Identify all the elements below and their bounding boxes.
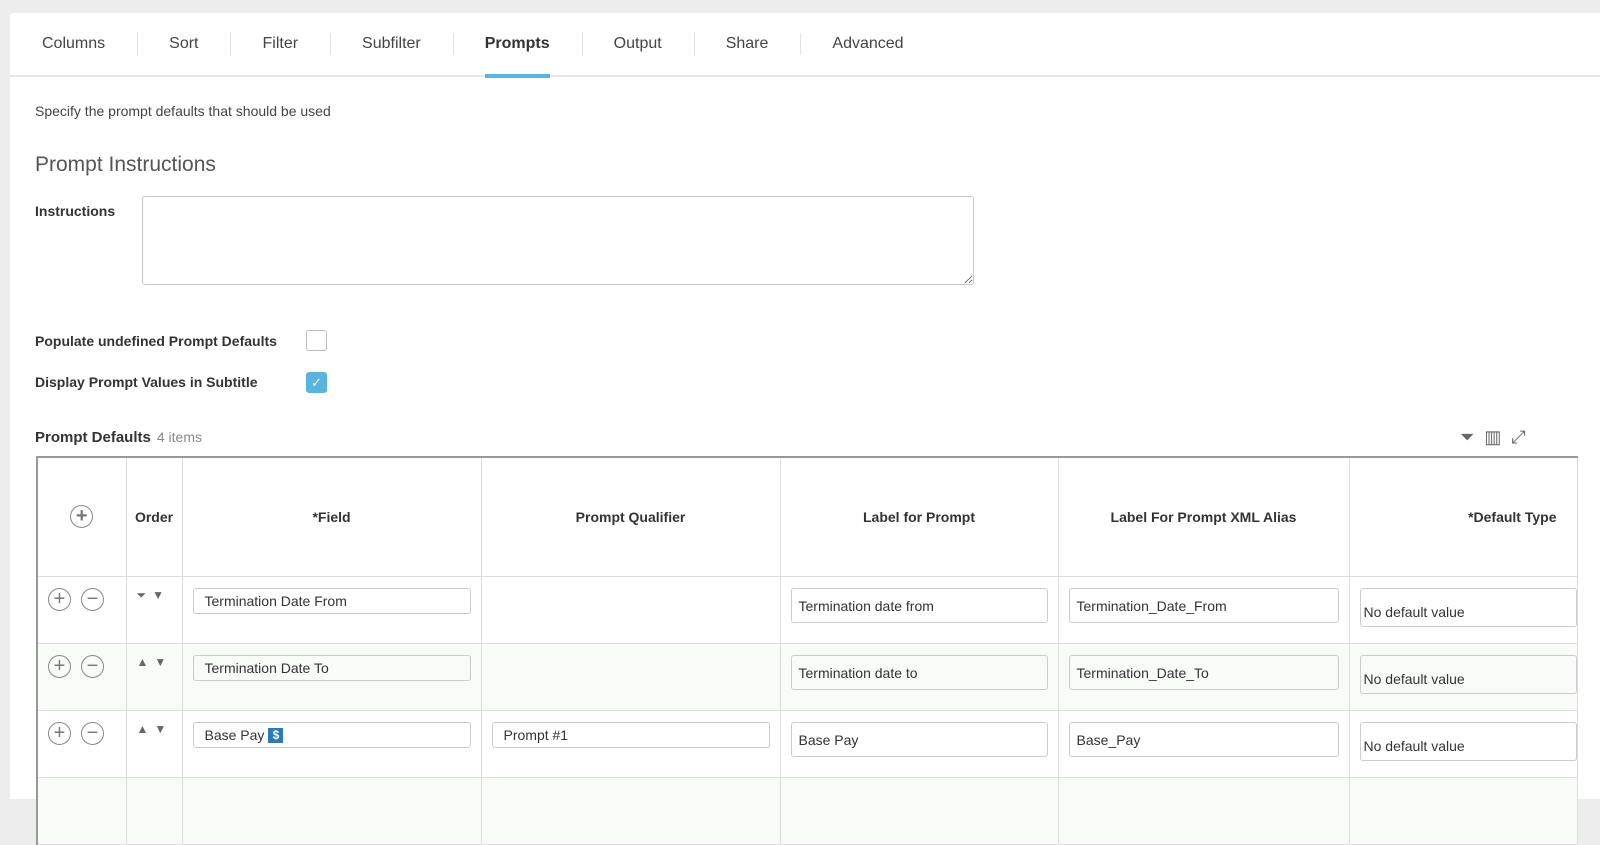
tab-sort[interactable]: Sort [137, 12, 230, 76]
grid-title: Prompt Defaults 4 items [35, 429, 202, 446]
tab-output[interactable]: Output [581, 12, 694, 76]
add-icon[interactable]: + [48, 721, 71, 745]
instructions-input[interactable] [142, 196, 974, 285]
move-down-icon[interactable]: ▼ [154, 722, 172, 736]
tab-bar: Columns Sort Filter Subfilter Prompts Ou… [10, 12, 1600, 78]
add-row-icon[interactable]: + [70, 505, 94, 529]
tab-prompts[interactable]: Prompts [452, 12, 582, 78]
section-title: Prompt Instructions [35, 153, 216, 176]
table-row: + − ▲▼ Base Pay $ Prompt #1 Base Pay Base_… [36, 709, 1578, 778]
header-alias: Label For Prompt XML Alias [1057, 456, 1350, 577]
header-default-type: *Default Type [1348, 456, 1578, 577]
currency-icon: $ [268, 728, 284, 744]
instructions-label: Instructions [35, 203, 116, 219]
qualifier-input[interactable]: Prompt #1 [491, 721, 770, 748]
move-up-icon[interactable]: ▲ [137, 722, 155, 736]
default-type-select[interactable]: No default value [1359, 587, 1577, 627]
remove-icon[interactable]: − [81, 721, 104, 745]
header-row: + Order *Field Prompt Qualifier Label fo… [36, 456, 1578, 577]
header-qualifier: Prompt Qualifier [480, 456, 781, 577]
move-up-icon[interactable]: ▲ [137, 655, 155, 669]
grid-title-text: Prompt Defaults [35, 429, 151, 446]
table-row: + − ⏷▼ Termination Date From Termination … [36, 575, 1578, 644]
move-down-icon[interactable]: ▼ [154, 655, 172, 669]
header-label: Label for Prompt [779, 456, 1059, 577]
field-input[interactable]: Termination Date From [192, 587, 471, 614]
add-icon[interactable]: + [48, 654, 71, 678]
columns-icon[interactable]: ▥ [1484, 427, 1501, 448]
description: Specify the prompt defaults that should … [35, 103, 331, 119]
panel: Columns Sort Filter Subfilter Prompts Ou… [10, 12, 1600, 845]
move-top-icon[interactable]: ⏷ [137, 588, 153, 602]
qualifier-cell [480, 575, 781, 644]
alias-input[interactable]: Base_Pay [1068, 721, 1339, 757]
alias-input[interactable]: Termination_Date_From [1068, 587, 1339, 623]
tab-share[interactable]: Share [693, 12, 801, 76]
field-value: Base Pay [204, 726, 265, 743]
display-checkbox[interactable]: ✓ [306, 372, 327, 393]
remove-icon[interactable]: − [81, 654, 104, 678]
table-row: + − ▲▼ Termination Date To Termination da… [36, 642, 1578, 711]
field-input[interactable]: Base Pay $ [192, 721, 471, 748]
label-input[interactable]: Termination date to [790, 654, 1048, 690]
alias-input[interactable]: Termination_Date_To [1068, 654, 1339, 690]
filter-icon[interactable]: ⏷ [1460, 427, 1474, 448]
check-icon: ✓ [311, 375, 322, 390]
move-down-icon[interactable]: ▼ [152, 588, 170, 602]
tab-subfilter[interactable]: Subfilter [330, 12, 453, 76]
item-count: 4 items [156, 429, 202, 445]
qualifier-cell [480, 642, 781, 711]
header-order: Order [125, 456, 183, 577]
table-row [36, 776, 1578, 845]
header-field: *Field [181, 456, 482, 577]
label-input[interactable]: Base Pay [790, 721, 1048, 757]
add-icon[interactable]: + [48, 587, 71, 611]
populate-label: Populate undefined Prompt Defaults [35, 333, 277, 349]
display-label: Display Prompt Values in Subtitle [35, 374, 258, 390]
default-type-select[interactable]: No default value [1359, 721, 1577, 761]
tab-filter[interactable]: Filter [230, 12, 330, 76]
prompt-defaults-table: + Order *Field Prompt Qualifier Label fo… [36, 456, 1578, 845]
field-input[interactable]: Termination Date To [192, 654, 471, 681]
label-input[interactable]: Termination date from [790, 587, 1048, 623]
tab-columns[interactable]: Columns [28, 12, 137, 76]
tab-advanced[interactable]: Advanced [800, 12, 935, 76]
default-type-select[interactable]: No default value [1359, 654, 1577, 694]
remove-icon[interactable]: − [81, 587, 104, 611]
expand-icon[interactable]: ⤢ [1511, 427, 1525, 448]
populate-checkbox[interactable] [306, 330, 327, 351]
